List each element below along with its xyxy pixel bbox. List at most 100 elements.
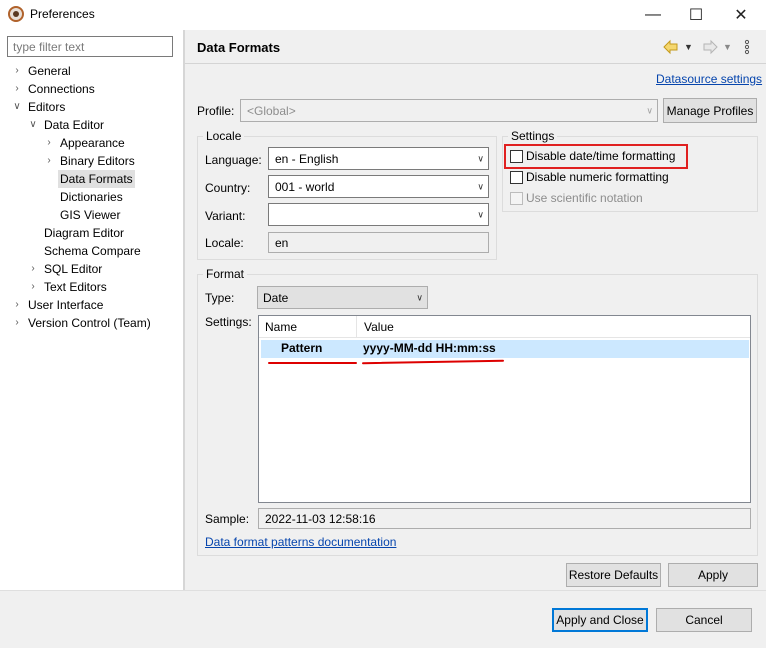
chevron-right-icon[interactable]: › <box>44 152 54 170</box>
data-format-docs-link[interactable]: Data format patterns documentation <box>205 535 396 549</box>
country-label: Country: <box>205 181 251 195</box>
chevron-down-icon[interactable]: ∨ <box>477 209 484 220</box>
disable-datetime-checkbox[interactable] <box>510 150 523 163</box>
table-row[interactable]: Pattern yyyy-MM-dd HH:mm:ss <box>261 340 749 358</box>
tree-item-sql-editor[interactable]: › SQL Editor <box>0 260 183 278</box>
format-settings-table[interactable]: Name Value Pattern yyyy-MM-dd HH:mm:ss <box>258 315 751 503</box>
format-group-title: Format <box>203 267 248 281</box>
manage-profiles-button[interactable]: Manage Profiles <box>663 98 757 123</box>
disable-numeric-label: Disable numeric formatting <box>526 170 669 184</box>
country-value: 001 - world <box>275 179 335 194</box>
chevron-right-icon[interactable]: › <box>12 80 22 98</box>
chevron-down-icon[interactable]: ∨ <box>12 98 22 116</box>
chevron-right-icon[interactable]: › <box>12 62 22 80</box>
tree-item-label: User Interface <box>28 298 104 312</box>
preferences-tree: › General › Connections ∨ Editors ∨ Data… <box>0 62 183 342</box>
locale-label: Locale: <box>205 236 244 250</box>
red-underline <box>268 362 357 364</box>
tree-item-label: Appearance <box>60 136 125 150</box>
tree-item-text-editors[interactable]: › Text Editors <box>0 278 183 296</box>
settings-label: Settings: <box>205 315 252 329</box>
chevron-down-icon: ∨ <box>646 105 653 115</box>
tree-item-label: Editors <box>28 100 66 114</box>
variant-label: Variant: <box>205 209 246 223</box>
tree-item-general[interactable]: › General <box>0 62 183 80</box>
chevron-down-icon[interactable]: ∨ <box>28 116 38 134</box>
profile-value: <Global> <box>247 103 296 118</box>
sample-label: Sample: <box>205 512 250 526</box>
close-button[interactable]: ✕ <box>718 0 764 30</box>
type-value: Date <box>263 290 289 305</box>
chevron-down-icon[interactable]: ∨ <box>416 292 423 303</box>
page-title: Data Formats <box>197 40 281 55</box>
tree-item-label: Schema Compare <box>44 244 141 258</box>
column-header-value[interactable]: Value <box>358 316 738 338</box>
chevron-down-icon[interactable]: ∨ <box>477 181 484 192</box>
tree-item-data-formats[interactable]: Data Formats <box>0 170 183 188</box>
apply-and-close-button[interactable]: Apply and Close <box>552 608 648 632</box>
tree-item-label: Version Control (Team) <box>28 316 151 330</box>
language-value: en - English <box>275 151 339 166</box>
chevron-right-icon[interactable]: › <box>28 278 38 296</box>
chevron-right-icon[interactable]: › <box>44 134 54 152</box>
locale-field: en <box>268 232 489 253</box>
profile-combo: <Global> ∨ <box>240 99 658 122</box>
type-combo[interactable]: Date ∨ <box>257 286 428 309</box>
locale-group-title: Locale <box>203 129 245 143</box>
locale-value: en <box>275 235 289 250</box>
language-combo[interactable]: en - English ∨ <box>268 147 489 170</box>
apply-button[interactable]: Apply <box>668 563 758 587</box>
tree-item-data-editor[interactable]: ∨ Data Editor <box>0 116 183 134</box>
tree-item-label: SQL Editor <box>44 262 103 276</box>
type-label: Type: <box>205 291 235 305</box>
dialog-button-bar <box>0 590 766 648</box>
filter-input[interactable] <box>7 36 173 57</box>
tree-item-schema-compare[interactable]: Schema Compare <box>0 242 183 260</box>
sample-value: 2022-11-03 12:58:16 <box>265 511 376 526</box>
chevron-right-icon[interactable]: › <box>28 260 38 278</box>
tree-item-editors[interactable]: ∨ Editors <box>0 98 183 116</box>
tree-item-dictionaries[interactable]: Dictionaries <box>0 188 183 206</box>
tree-item-version-control[interactable]: › Version Control (Team) <box>0 314 183 332</box>
forward-arrow-icon <box>701 38 719 56</box>
chevron-right-icon[interactable]: › <box>12 314 22 332</box>
disable-numeric-checkbox[interactable] <box>510 171 523 184</box>
tree-item-label: Data Editor <box>44 118 105 132</box>
maximize-button[interactable]: ☐ <box>673 0 719 30</box>
chevron-right-icon[interactable]: › <box>12 296 22 314</box>
row-value-cell[interactable]: yyyy-MM-dd HH:mm:ss <box>363 341 496 355</box>
datasource-settings-link[interactable]: Datasource settings <box>656 72 762 86</box>
back-dropdown-icon[interactable]: ▼ <box>684 40 696 54</box>
tree-item-label: General <box>28 64 71 78</box>
tree-item-connections[interactable]: › Connections <box>0 80 183 98</box>
chevron-down-icon[interactable]: ∨ <box>477 153 484 164</box>
restore-defaults-button[interactable]: Restore Defaults <box>566 563 661 587</box>
tree-item-label: Binary Editors <box>60 154 135 168</box>
scientific-notation-label: Use scientific notation <box>526 191 643 205</box>
column-header-name[interactable]: Name <box>259 316 357 338</box>
country-combo[interactable]: 001 - world ∨ <box>268 175 489 198</box>
tree-item-label: Dictionaries <box>60 190 123 204</box>
tree-item-label: Data Formats <box>58 170 135 188</box>
variant-combo[interactable]: ∨ <box>268 203 489 226</box>
tree-item-label: Connections <box>28 82 95 96</box>
tree-item-appearance[interactable]: › Appearance <box>0 134 183 152</box>
sample-field: 2022-11-03 12:58:16 <box>258 508 751 529</box>
more-options-icon[interactable] <box>742 38 752 56</box>
tree-item-label: Text Editors <box>44 280 107 294</box>
cancel-button[interactable]: Cancel <box>656 608 752 632</box>
tree-item-label: Diagram Editor <box>44 226 125 240</box>
profile-label: Profile: <box>197 104 235 118</box>
tree-item-label: GIS Viewer <box>60 208 121 222</box>
back-arrow-icon[interactable] <box>662 38 680 56</box>
scientific-notation-checkbox <box>510 192 523 205</box>
tree-item-diagram-editor[interactable]: Diagram Editor <box>0 224 183 242</box>
app-logo-icon <box>8 6 24 22</box>
tree-item-gis-viewer[interactable]: GIS Viewer <box>0 206 183 224</box>
tree-item-binary-editors[interactable]: › Binary Editors <box>0 152 183 170</box>
row-name-cell: Pattern <box>281 341 323 355</box>
disable-datetime-label: Disable date/time formatting <box>526 149 676 163</box>
minimize-button[interactable]: — <box>630 0 676 30</box>
tree-item-user-interface[interactable]: › User Interface <box>0 296 183 314</box>
window-title: Preferences <box>30 7 95 21</box>
